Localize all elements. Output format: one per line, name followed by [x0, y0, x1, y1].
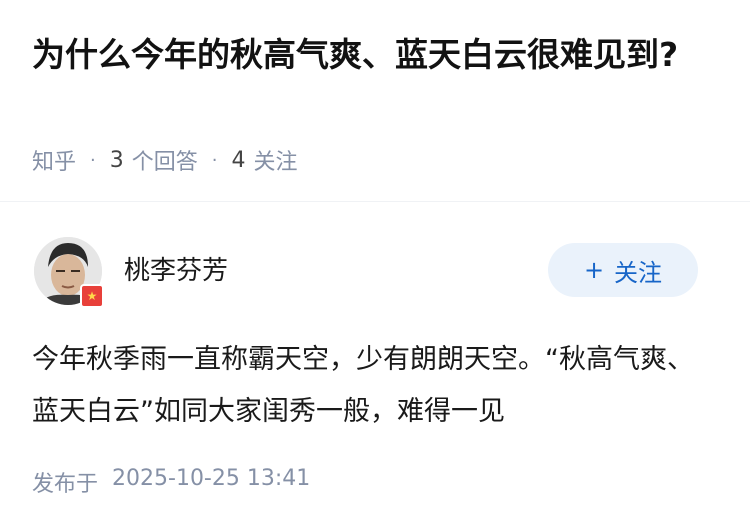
- published-label: 发布于: [32, 472, 99, 497]
- published-time: 2025-10-25 13:41: [112, 466, 311, 491]
- section-divider: [0, 201, 750, 202]
- plus-icon: +: [583, 256, 605, 284]
- follows-count: 4: [231, 147, 246, 173]
- follows-label[interactable]: 关注: [254, 144, 298, 176]
- answers-count: 3: [109, 147, 124, 173]
- answers-label[interactable]: 个回答: [132, 144, 198, 176]
- separator-dot: ·: [211, 149, 218, 171]
- source-label[interactable]: 知乎: [32, 144, 76, 176]
- flag-badge-icon: ★: [80, 284, 104, 308]
- question-meta: 知乎 · 3 个回答 · 4 关注: [32, 144, 298, 176]
- publish-info: 发布于 2025-10-25 13:41: [32, 466, 310, 498]
- separator-dot: ·: [90, 149, 96, 171]
- question-title[interactable]: 为什么今年的秋高气爽、蓝天白云很难见到?: [32, 32, 712, 78]
- answer-content: 今年秋季雨一直称霸天空，少有朗朗天空。“秋高气爽、蓝天白云”如同大家闺秀一般，难…: [32, 344, 694, 427]
- author-name[interactable]: 桃李芬芳: [124, 250, 228, 287]
- follow-button-label: 关注: [614, 258, 663, 287]
- follow-button[interactable]: + 关注: [548, 243, 698, 297]
